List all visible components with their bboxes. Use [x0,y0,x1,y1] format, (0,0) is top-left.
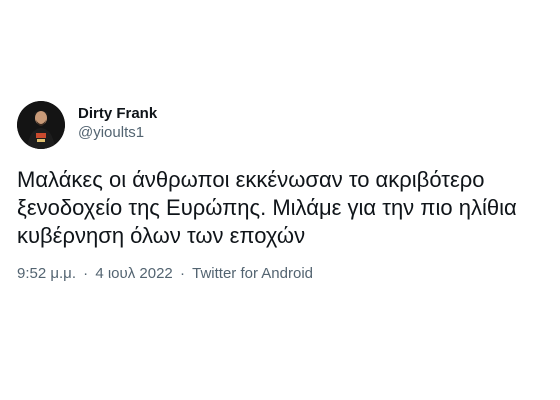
meta-separator: · [83,265,89,282]
author-handle[interactable]: @yioults1 [78,124,144,141]
tweet-text: Μαλάκες οι άνθρωποι εκκένωσαν το ακριβότ… [17,166,557,250]
tweet-text-line: Μαλάκες οι άνθρωποι εκκένωσαν το ακριβότ… [17,167,485,192]
tweet-text-line: κυβέρνηση όλων των εποχών [17,223,306,248]
tweet-meta: 9:52 μ.μ. · 4 ιουλ 2022 · Twitter for An… [17,265,313,282]
meta-separator: · [179,265,185,282]
tweet-text-line: ξενοδοχείο της Ευρώπης. Μιλάμε για την π… [17,195,517,220]
tweet-date: 4 ιουλ 2022 [95,265,173,282]
author-display-name[interactable]: Dirty Frank [78,105,157,122]
user-avatar-photo-icon [17,101,65,149]
tweet-time: 9:52 μ.μ. [17,265,76,282]
tweet-timestamp[interactable]: 9:52 μ.μ. · 4 ιουλ 2022 [17,265,173,282]
avatar[interactable] [17,101,65,149]
tweet-card: Dirty Frank @yioults1 Μαλάκες οι άνθρωπο… [0,0,560,400]
tweet-source-link[interactable]: Twitter for Android [192,265,313,282]
